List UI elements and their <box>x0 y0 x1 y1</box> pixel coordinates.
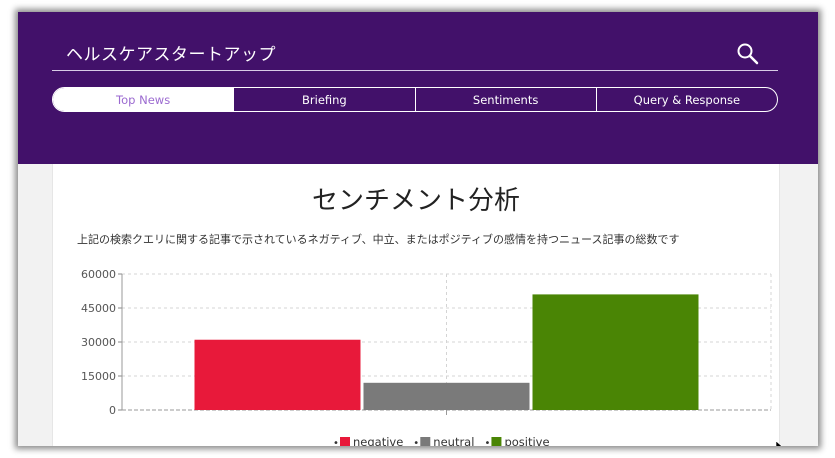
sentiment-card: センチメント分析 上記の検索クエリに関する記事で示されているネガティブ、中立、ま… <box>52 164 783 446</box>
legend-bullet: • <box>413 438 419 446</box>
legend-label-neutral: neutral <box>433 435 474 446</box>
tab-top-news[interactable]: Top News <box>53 88 234 111</box>
bar-positive <box>532 294 699 410</box>
y-tick-label: 60000 <box>81 268 116 281</box>
app-window: ヘルスケアスタートアップ Top News Briefing Sentiment… <box>18 12 818 446</box>
y-tick-label: 0 <box>109 404 116 417</box>
app-header: ヘルスケアスタートアップ Top News Briefing Sentiment… <box>18 12 818 164</box>
y-tick-label: 30000 <box>81 336 116 349</box>
bar-neutral <box>363 382 530 410</box>
legend-swatch-neutral <box>420 437 431 446</box>
y-tick-label: 45000 <box>81 302 116 315</box>
legend-swatch-negative <box>340 437 350 446</box>
sentiment-bar-chart: 0 15000 30000 45000 60000 • negative • neutral • p… <box>81 268 772 446</box>
search-icon <box>737 43 759 65</box>
mouse-cursor-icon <box>776 441 783 446</box>
nav-tabs: Top News Briefing Sentiments Query & Res… <box>52 87 778 112</box>
tab-sentiments[interactable]: Sentiments <box>414 88 596 111</box>
legend-bullet: • <box>333 438 339 446</box>
header-divider <box>52 70 778 71</box>
legend-label-positive: positive <box>504 435 549 446</box>
legend-label-negative: negative <box>353 435 403 446</box>
bar-negative <box>194 339 361 410</box>
legend-swatch-positive <box>491 437 502 446</box>
legend-bullet: • <box>484 438 490 446</box>
search-button[interactable] <box>736 42 760 66</box>
y-tick-label: 15000 <box>81 370 116 383</box>
app-title: ヘルスケアスタートアップ <box>66 45 276 65</box>
tab-briefing[interactable]: Briefing <box>233 88 414 111</box>
tab-query-response[interactable]: Query & Response <box>595 88 777 111</box>
